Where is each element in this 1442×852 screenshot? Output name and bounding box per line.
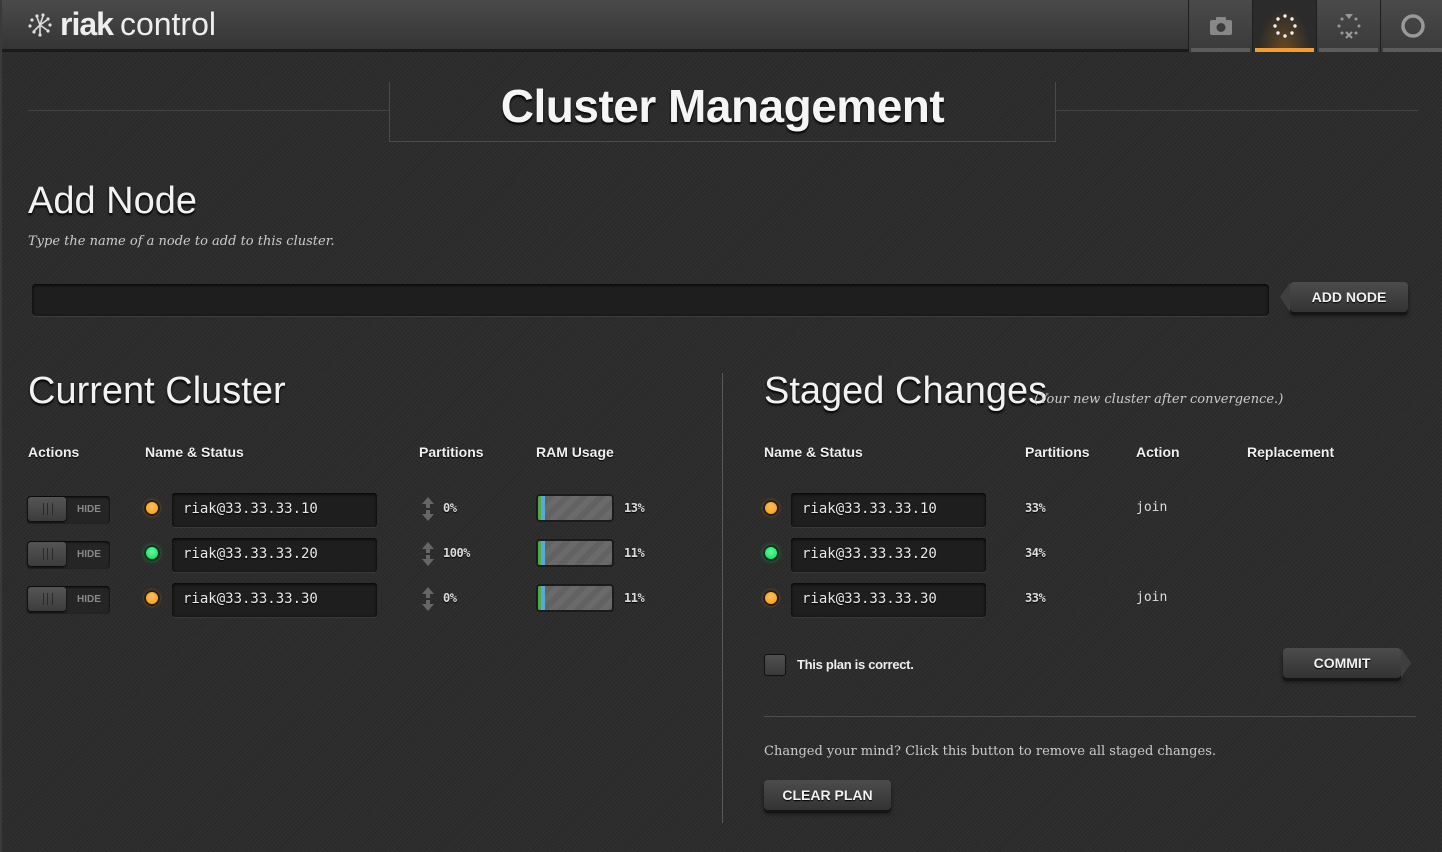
node-name: riak@33.33.33.30 bbox=[791, 583, 986, 617]
partitions-value: 0% bbox=[443, 501, 457, 515]
ram-usage-value: 13% bbox=[624, 501, 645, 515]
col-actions: Actions bbox=[28, 444, 80, 460]
col-name-status: Name & Status bbox=[145, 444, 244, 460]
top-bar: riak control bbox=[2, 0, 1442, 52]
add-node-subtitle: Type the name of a node to add to this c… bbox=[28, 234, 335, 249]
toggle-knob[interactable] bbox=[28, 497, 66, 521]
circle-icon bbox=[1400, 14, 1425, 38]
commit-button[interactable]: COMMIT bbox=[1283, 648, 1411, 678]
hide-toggle[interactable]: HIDE bbox=[27, 586, 110, 614]
hide-toggle[interactable]: HIDE bbox=[27, 541, 110, 569]
ram-usage-bar bbox=[536, 539, 614, 567]
brand[interactable]: riak control bbox=[26, 6, 216, 43]
staged-partitions-value: 33% bbox=[1025, 501, 1046, 515]
staged-partitions-value: 34% bbox=[1025, 546, 1046, 560]
toggle-label: HIDE bbox=[77, 504, 101, 515]
nav-tabs bbox=[1188, 0, 1442, 52]
tab-cluster[interactable] bbox=[1252, 0, 1316, 52]
col-partitions: Partitions bbox=[419, 444, 484, 460]
clear-plan-button[interactable]: CLEAR PLAN bbox=[764, 780, 891, 810]
staged-col-action: Action bbox=[1136, 444, 1180, 460]
status-indicator bbox=[763, 545, 779, 561]
staged-partitions-value: 33% bbox=[1025, 591, 1046, 605]
column-divider bbox=[722, 373, 723, 823]
partition-arrows-icon[interactable] bbox=[421, 541, 435, 567]
current-cluster-heading: Current Cluster bbox=[28, 370, 286, 412]
staged-changes-heading: Staged Changes bbox=[764, 370, 1048, 412]
toggle-knob[interactable] bbox=[28, 587, 66, 611]
partition-arrows-icon[interactable] bbox=[421, 586, 435, 612]
partition-arrows-icon[interactable] bbox=[421, 496, 435, 522]
node-name-input[interactable] bbox=[32, 284, 1269, 316]
brand-subname: control bbox=[119, 6, 216, 42]
plan-correct-checkbox[interactable] bbox=[764, 654, 786, 676]
node-name: riak@33.33.33.10 bbox=[172, 493, 377, 527]
toggle-knob[interactable] bbox=[28, 542, 66, 566]
staged-action-value: join bbox=[1136, 500, 1168, 515]
ring-icon bbox=[1337, 14, 1360, 39]
brand-name: riak bbox=[60, 6, 114, 42]
staged-col-partitions: Partitions bbox=[1025, 444, 1090, 460]
col-ram-usage: RAM Usage bbox=[536, 444, 614, 460]
status-indicator bbox=[144, 500, 160, 516]
camera-icon bbox=[1209, 17, 1232, 35]
node-name: riak@33.33.33.20 bbox=[172, 538, 377, 572]
riak-logo-icon bbox=[28, 12, 52, 37]
tab-ring[interactable] bbox=[1316, 0, 1380, 52]
staged-col-replacement: Replacement bbox=[1247, 444, 1335, 460]
ram-other-segment bbox=[541, 586, 545, 610]
toggle-label: HIDE bbox=[77, 549, 101, 560]
node-name: riak@33.33.33.10 bbox=[791, 493, 986, 527]
partitions-value: 100% bbox=[443, 546, 470, 560]
status-indicator bbox=[144, 545, 160, 561]
staged-col-name-status: Name & Status bbox=[764, 444, 863, 460]
ram-usage-bar bbox=[536, 584, 614, 612]
toggle-label: HIDE bbox=[77, 594, 101, 605]
add-node-button[interactable]: ADD NODE bbox=[1280, 282, 1408, 312]
clear-plan-message: Changed your mind? Click this button to … bbox=[764, 744, 1216, 759]
status-indicator bbox=[763, 590, 779, 606]
cluster-icon bbox=[1272, 14, 1297, 38]
tab-snapshot[interactable] bbox=[1188, 0, 1252, 52]
title-rule-right bbox=[1056, 110, 1418, 111]
title-box: Cluster Management bbox=[389, 82, 1056, 142]
hide-toggle[interactable]: HIDE bbox=[27, 496, 110, 524]
ram-usage-value: 11% bbox=[624, 591, 645, 605]
ram-usage-bar bbox=[536, 494, 614, 522]
staged-changes-note: (Your new cluster after convergence.) bbox=[1034, 392, 1284, 407]
ram-other-segment bbox=[541, 541, 545, 565]
ram-usage-value: 11% bbox=[624, 546, 645, 560]
staged-action-value: join bbox=[1136, 590, 1168, 605]
ram-other-segment bbox=[541, 496, 545, 520]
plan-correct-label[interactable]: This plan is correct. bbox=[797, 657, 914, 672]
partitions-value: 0% bbox=[443, 591, 457, 605]
node-name: riak@33.33.33.20 bbox=[791, 538, 986, 572]
add-node-heading: Add Node bbox=[28, 180, 198, 222]
section-divider bbox=[764, 716, 1416, 717]
tab-nodes[interactable] bbox=[1380, 0, 1442, 52]
page-title: Cluster Management bbox=[500, 80, 945, 132]
status-indicator bbox=[144, 590, 160, 606]
title-rule-left bbox=[28, 110, 389, 111]
node-name: riak@33.33.33.30 bbox=[172, 583, 377, 617]
status-indicator bbox=[763, 500, 779, 516]
